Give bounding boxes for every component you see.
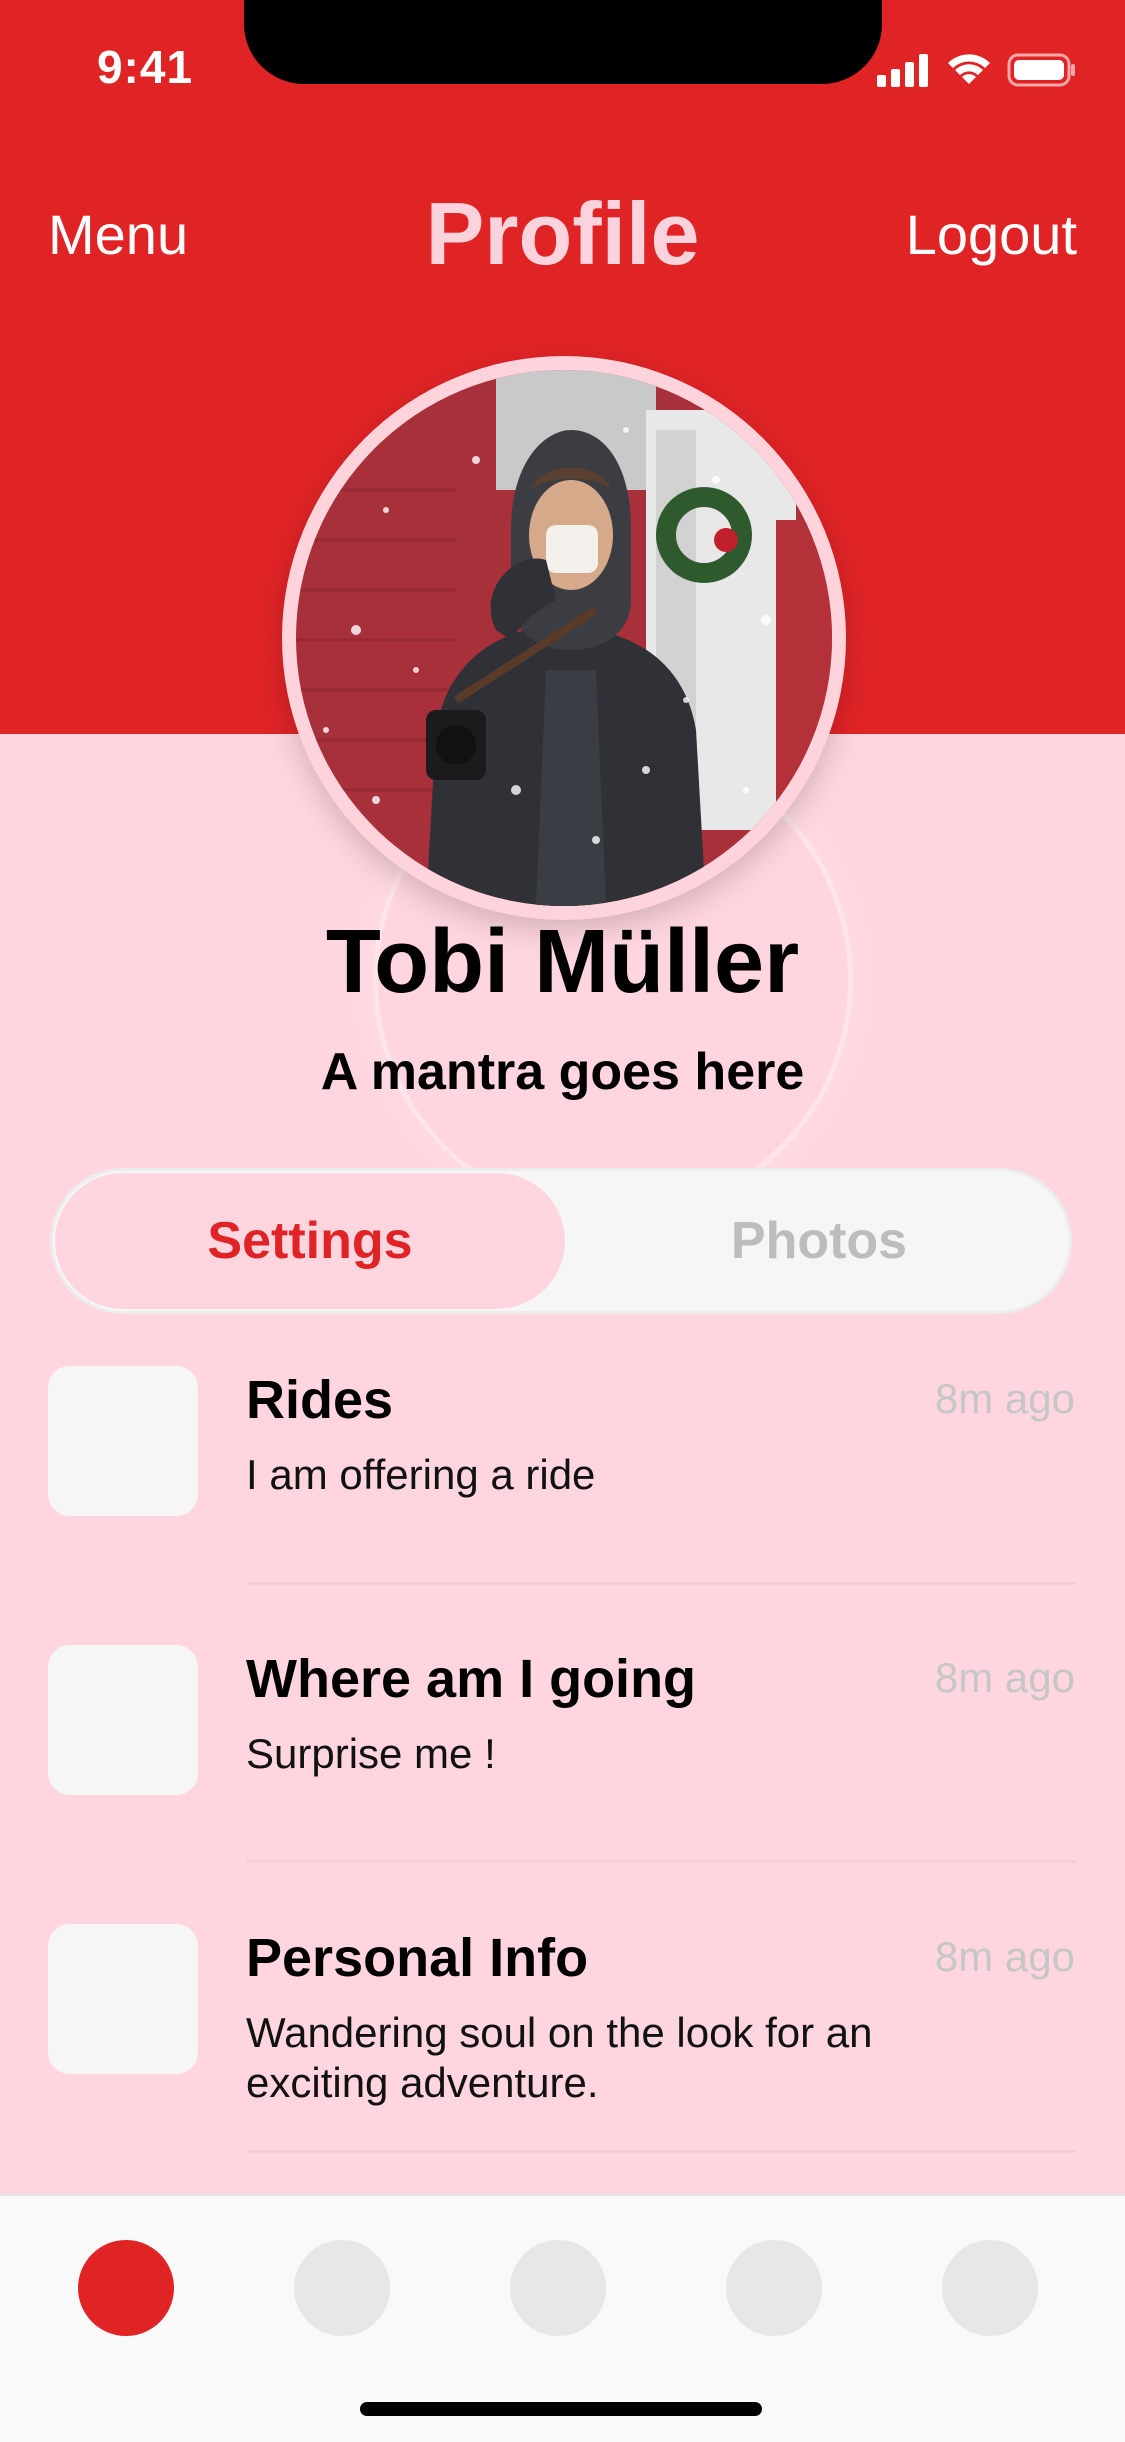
avatar-frame xyxy=(282,356,846,920)
avatar-photo xyxy=(296,370,832,906)
tab-bar-item-5[interactable] xyxy=(942,2240,1038,2336)
avatar[interactable] xyxy=(296,370,832,906)
home-indicator[interactable] xyxy=(360,2402,762,2416)
profile-screen: 9:41 Menu Profile Logout Tobi Müller A m… xyxy=(0,0,1125,2442)
profile-mantra: A mantra goes here xyxy=(320,1043,805,1101)
list-divider xyxy=(246,1860,1076,1863)
tab-photos[interactable]: Photos xyxy=(565,1171,1073,1311)
list-divider xyxy=(246,2150,1076,2153)
segmented-control: Settings Photos xyxy=(50,1168,1072,1314)
menu-button[interactable]: Menu xyxy=(48,200,188,270)
item-thumbnail xyxy=(48,1366,198,1516)
status-icons xyxy=(877,46,1077,94)
wifi-icon xyxy=(948,54,990,84)
item-description: Surprise me ! xyxy=(246,1730,496,1777)
cellular-signal-icon xyxy=(877,54,928,87)
tab-bar-item-2[interactable] xyxy=(294,2240,390,2336)
item-title: Where am I going xyxy=(246,1649,697,1709)
list-divider xyxy=(246,1582,1076,1585)
tab-settings[interactable]: Settings xyxy=(55,1173,565,1309)
battery-icon xyxy=(1007,53,1075,87)
tab-bar-item-4[interactable] xyxy=(726,2240,822,2336)
status-bar: 9:41 xyxy=(0,0,1125,130)
tab-bar-item-3[interactable] xyxy=(510,2240,606,2336)
item-title: Personal Info xyxy=(246,1928,589,1988)
logout-button[interactable]: Logout xyxy=(906,200,1077,270)
bottom-tab-bar xyxy=(0,2194,1125,2442)
tab-bar-item-1[interactable] xyxy=(78,2240,174,2336)
item-title: Rides xyxy=(246,1370,394,1430)
item-timestamp: 8m ago xyxy=(934,1933,1075,1980)
status-time: 9:41 xyxy=(96,41,194,93)
item-timestamp: 8m ago xyxy=(934,1654,1075,1701)
device-notch xyxy=(244,0,882,84)
item-thumbnail xyxy=(48,1924,198,2074)
item-description: Wandering soul on the look for an exciti… xyxy=(246,2009,873,2106)
item-thumbnail xyxy=(48,1645,198,1795)
item-timestamp: 8m ago xyxy=(934,1375,1075,1422)
item-description: I am offering a ride xyxy=(246,1451,596,1498)
profile-name: Tobi Müller xyxy=(325,912,800,1012)
